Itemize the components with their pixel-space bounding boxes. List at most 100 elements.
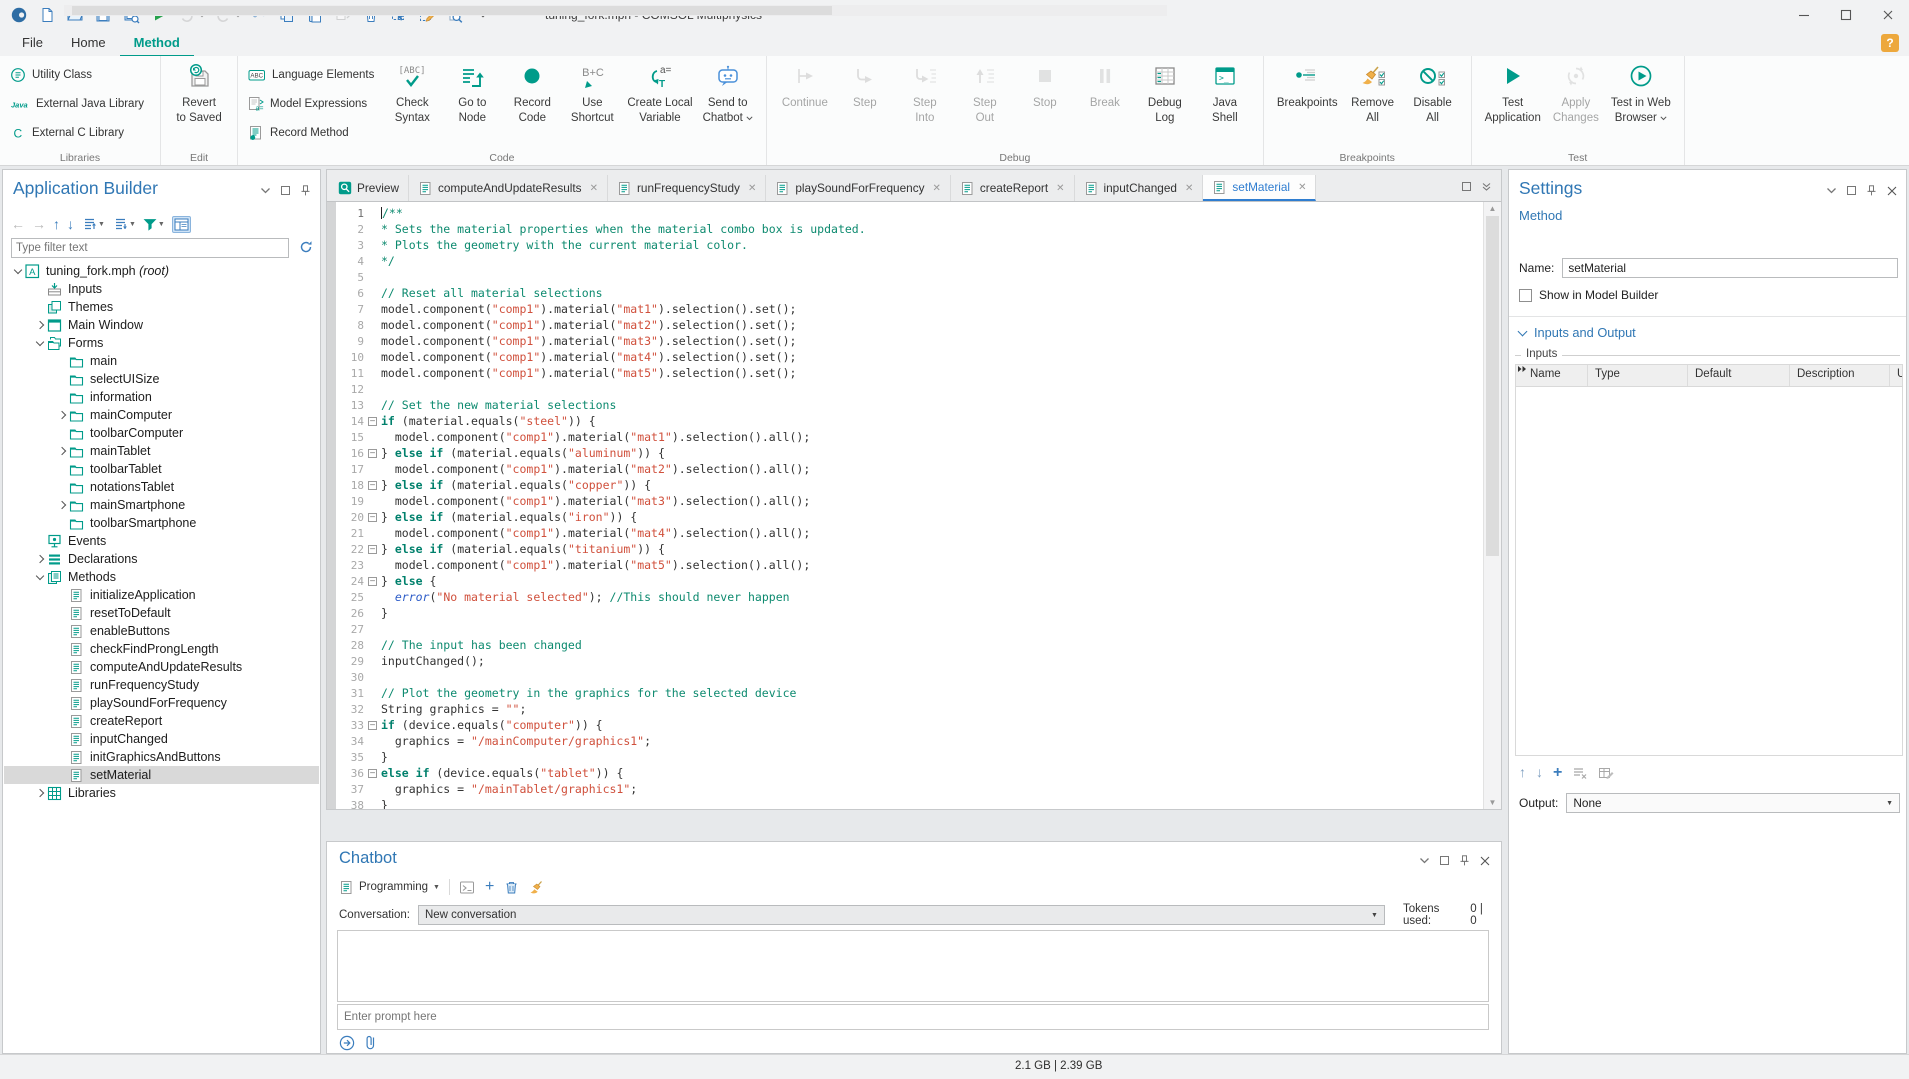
code-line[interactable]: 15 model.component("comp1").material("ma… xyxy=(336,429,1483,445)
tree-item-Inputs[interactable]: Inputs xyxy=(4,280,319,298)
float-panel-button[interactable] xyxy=(279,184,292,197)
tree-item-enableButtons[interactable]: enableButtons xyxy=(4,622,319,640)
tree-item-tuning_fork.mph[interactable]: Atuning_fork.mph (root) xyxy=(4,262,319,280)
scroll-down-icon[interactable]: ▼ xyxy=(1484,798,1501,807)
close-tab-icon[interactable]: ✕ xyxy=(933,183,941,194)
go-to-node-button[interactable]: Go to Node xyxy=(444,60,500,126)
code-line[interactable]: 10model.component("comp1").material("mat… xyxy=(336,349,1483,365)
code-line[interactable]: 29inputChanged(); xyxy=(336,653,1483,669)
name-field[interactable] xyxy=(1562,258,1898,278)
use-shortcut-button[interactable]: B+CUse Shortcut xyxy=(564,60,620,126)
expand-slot[interactable] xyxy=(54,412,69,418)
close-tab-icon[interactable]: ✕ xyxy=(748,183,756,194)
help-button[interactable]: ? xyxy=(1881,34,1899,52)
code-line[interactable]: 22–} else if (material.equals("titanium"… xyxy=(336,541,1483,557)
code-line[interactable]: 12 xyxy=(336,381,1483,397)
column-header-default[interactable]: Default xyxy=(1688,365,1790,386)
code-line[interactable]: 21 model.component("comp1").material("ma… xyxy=(336,525,1483,541)
check-syntax-button[interactable]: [ABC]Check Syntax xyxy=(384,60,440,126)
code-line[interactable]: 17 model.component("comp1").material("ma… xyxy=(336,461,1483,477)
move-up-button[interactable]: ↑ xyxy=(53,217,60,231)
tree-item-Libraries[interactable]: Libraries xyxy=(4,784,319,802)
tree-item-Forms[interactable]: Forms xyxy=(4,334,319,352)
minimize-button[interactable] xyxy=(1783,0,1825,30)
maximize-button[interactable] xyxy=(1825,0,1867,30)
collapse-panel-button[interactable] xyxy=(1825,184,1838,197)
create-local-variable-button[interactable]: a=TCreate Local Variable xyxy=(624,60,695,126)
send-button[interactable] xyxy=(339,1035,355,1051)
close-panel-button[interactable] xyxy=(1885,184,1898,197)
tree-item-main[interactable]: main xyxy=(4,352,319,370)
float-panel-button[interactable] xyxy=(1438,854,1451,867)
editor-tab-computeAndUpdateResults[interactable]: computeAndUpdateResults✕ xyxy=(409,175,608,201)
code-line[interactable]: 4*/ xyxy=(336,253,1483,269)
code-line[interactable]: 19 model.component("comp1").material("ma… xyxy=(336,493,1483,509)
code-line[interactable]: 33–if (device.equals("computer")) { xyxy=(336,717,1483,733)
delete-conversation-button[interactable] xyxy=(504,880,519,895)
filter-button[interactable]: ▼ xyxy=(143,218,165,231)
add-button[interactable]: + xyxy=(1553,764,1562,782)
tree-item-notationsTablet[interactable]: notationsTablet xyxy=(4,478,319,496)
fold-marker-icon[interactable]: – xyxy=(368,577,377,586)
move-down-button[interactable]: ↓ xyxy=(1536,764,1543,782)
editor-tab-Preview[interactable]: Preview xyxy=(329,175,409,201)
fold-column[interactable]: – xyxy=(364,577,381,586)
tree-item-runFrequencyStudy[interactable]: runFrequencyStudy xyxy=(4,676,319,694)
tree-item-selectUISize[interactable]: selectUISize xyxy=(4,370,319,388)
code-editor[interactable]: 1/**2* Sets the material properties when… xyxy=(326,202,1502,810)
fold-marker-icon[interactable]: – xyxy=(368,417,377,426)
inputs-and-output-section-header[interactable]: Inputs and Output xyxy=(1519,325,1636,340)
move-down-button[interactable]: ↓ xyxy=(67,217,74,231)
tree-item-checkFindProngLength[interactable]: checkFindProngLength xyxy=(4,640,319,658)
external-java-library-button[interactable]: JavaExternal Java Library xyxy=(10,91,150,117)
code-line[interactable]: 34 graphics = "/mainComputer/graphics1"; xyxy=(336,733,1483,749)
tree-item-toolbarComputer[interactable]: toolbarComputer xyxy=(4,424,319,442)
record-method-button[interactable]: Record Method xyxy=(248,120,380,146)
edit-table-button[interactable] xyxy=(1598,766,1614,780)
fold-column[interactable]: – xyxy=(364,769,381,778)
code-line[interactable]: 7model.component("comp1").material("mat1… xyxy=(336,301,1483,317)
code-line[interactable]: 8model.component("comp1").material("mat2… xyxy=(336,317,1483,333)
remove-all-button[interactable]: Remove All xyxy=(1345,60,1401,126)
new-file-button[interactable] xyxy=(34,3,60,27)
tree-item-createReport[interactable]: createReport xyxy=(4,712,319,730)
record-code-button[interactable]: Record Code xyxy=(504,60,560,126)
tree-item-mainComputer[interactable]: mainComputer xyxy=(4,406,319,424)
tree-item-toolbarSmartphone[interactable]: toolbarSmartphone xyxy=(4,514,319,532)
column-header-type[interactable]: Type xyxy=(1588,365,1688,386)
code-line[interactable]: 5 xyxy=(336,269,1483,285)
expand-slot[interactable] xyxy=(54,502,69,508)
editor-tab-createReport[interactable]: createReport✕ xyxy=(951,175,1075,201)
move-up-button[interactable]: ↑ xyxy=(1519,764,1526,782)
pin-panel-button[interactable] xyxy=(299,184,312,197)
code-line[interactable]: 3* Plots the geometry with the current m… xyxy=(336,237,1483,253)
scrollbar-thumb[interactable] xyxy=(1486,216,1499,556)
output-select[interactable]: None ▼ xyxy=(1566,793,1900,813)
clear-conversation-button[interactable] xyxy=(529,880,544,895)
column-header-units[interactable]: Units xyxy=(1890,365,1903,386)
code-line[interactable]: 9model.component("comp1").material("mat3… xyxy=(336,333,1483,349)
fold-column[interactable]: – xyxy=(364,721,381,730)
editor-tab-runFrequencyStudy[interactable]: runFrequencyStudy✕ xyxy=(608,175,766,201)
editor-tab-setMaterial[interactable]: setMaterial✕ xyxy=(1203,175,1316,201)
show-in-model-builder-checkbox[interactable] xyxy=(1519,289,1532,302)
code-line[interactable]: 27 xyxy=(336,621,1483,637)
expand-slot[interactable] xyxy=(32,575,47,579)
expand-slot[interactable] xyxy=(10,269,25,273)
tree-item-mainSmartphone[interactable]: mainSmartphone xyxy=(4,496,319,514)
close-button[interactable] xyxy=(1867,0,1909,30)
new-conversation-button[interactable]: + xyxy=(485,878,494,896)
float-panel-button[interactable] xyxy=(1460,180,1473,193)
tree-item-computeAndUpdateResults[interactable]: computeAndUpdateResults xyxy=(4,658,319,676)
test-in-web-browser-button[interactable]: Test in Web Browser xyxy=(1608,60,1674,126)
close-tab-icon[interactable]: ✕ xyxy=(1298,182,1306,193)
language-elements-button[interactable]: ABCLanguage Elements xyxy=(248,62,380,88)
filter-input[interactable] xyxy=(11,238,289,258)
attach-button[interactable] xyxy=(364,1034,376,1051)
fold-marker-icon[interactable]: – xyxy=(368,721,377,730)
close-tab-icon[interactable]: ✕ xyxy=(1056,183,1064,194)
fold-marker-icon[interactable]: – xyxy=(368,449,377,458)
external-c-library-button[interactable]: CExternal C Library xyxy=(10,120,150,146)
code-line[interactable]: 23 model.component("comp1").material("ma… xyxy=(336,557,1483,573)
expand-slot[interactable] xyxy=(32,322,47,328)
